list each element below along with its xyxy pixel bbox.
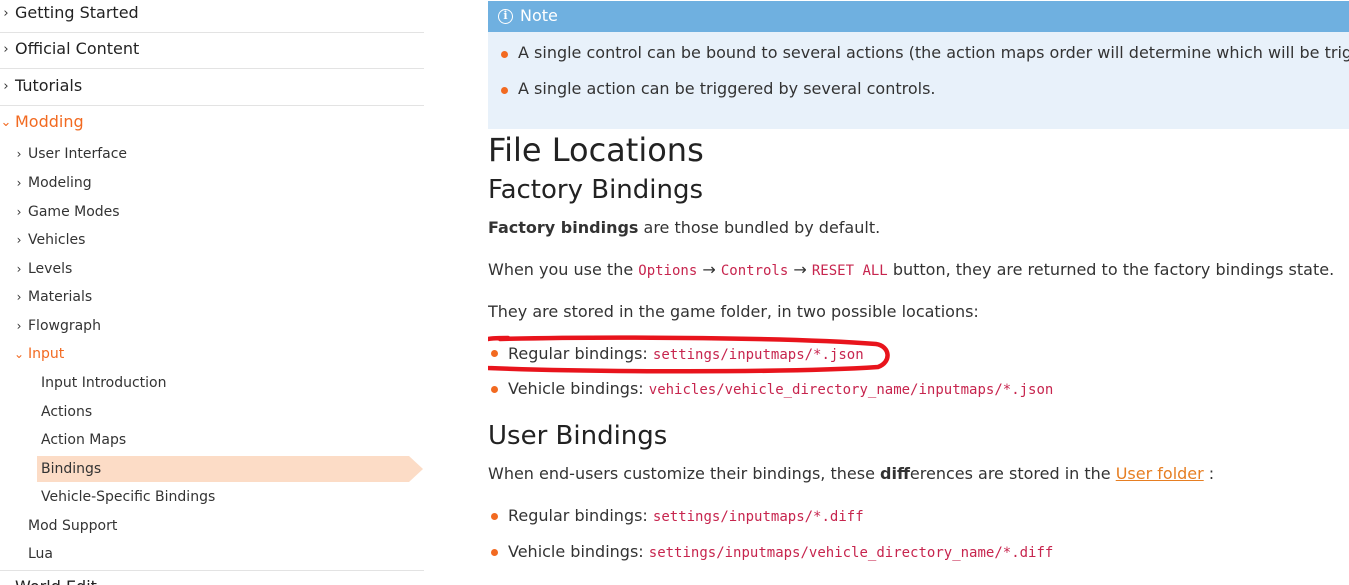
bullet-icon: [491, 549, 498, 556]
bullet-icon: [491, 386, 498, 393]
sidebar-item-label: Materials: [28, 289, 93, 305]
note-item-text: A single action can be triggered by seve…: [518, 79, 936, 98]
user-location-text: Vehicle bindings: settings/inputmaps/veh…: [508, 542, 1053, 561]
text-fragment: When end-users customize their bindings,…: [488, 464, 880, 483]
chevron-right-icon: ›: [16, 205, 22, 219]
sidebar-item-world-editor[interactable]: World Edit: [0, 570, 424, 585]
factory-stored-text: They are stored in the game folder, in t…: [488, 302, 979, 321]
sidebar-item-bindings[interactable]: Bindings: [37, 456, 409, 482]
chevron-right-icon: ›: [16, 176, 22, 190]
arrow-icon: →: [788, 260, 812, 279]
chevron-right-icon: ›: [3, 42, 9, 57]
user-intro: When end-users customize their bindings,…: [488, 464, 1214, 483]
item-label: Vehicle bindings:: [508, 379, 649, 398]
bullet-icon: [501, 51, 508, 58]
sidebar-item-getting-started[interactable]: › Getting Started: [0, 0, 424, 33]
factory-intro-text: are those bundled by default.: [638, 218, 881, 237]
note-callout: i Note A single control can be bound to …: [488, 1, 1349, 129]
factory-intro-bold: Factory bindings: [488, 218, 639, 237]
note-header: i Note: [488, 1, 1349, 32]
chevron-down-icon: ⌄: [14, 347, 25, 361]
sidebar-item-label: Official Content: [15, 39, 140, 58]
factory-intro: Factory bindings are those bundled by de…: [488, 218, 880, 237]
factory-reset-paragraph: When you use the Options → Controls → RE…: [488, 260, 1334, 279]
code-controls: Controls: [720, 263, 789, 279]
sidebar-nav: › Getting Started › Official Content › T…: [0, 0, 425, 585]
note-item-text: A single control can be bound to several…: [518, 43, 1349, 62]
bullet-icon: [491, 513, 498, 520]
bullet-icon: [491, 350, 498, 357]
user-location-text: Regular bindings: settings/inputmaps/*.d…: [508, 506, 864, 525]
chevron-right-icon: ›: [16, 262, 22, 276]
sidebar-item-label: Game Modes: [28, 204, 120, 220]
note-title: Note: [520, 6, 558, 25]
text-fragment: erences are stored in the: [909, 464, 1116, 483]
code-path: settings/inputmaps/*.json: [652, 347, 864, 363]
arrow-icon: →: [697, 260, 721, 279]
sidebar-item-label: Getting Started: [15, 3, 139, 22]
sidebar-item-modding[interactable]: ⌄ Modding: [0, 106, 424, 142]
chevron-right-icon: ›: [16, 290, 22, 304]
sidebar-item-label: Modeling: [28, 175, 92, 191]
page-heading-file-locations: File Locations: [488, 131, 704, 169]
factory-location-text: Regular bindings: settings/inputmaps/*.j…: [508, 344, 864, 363]
code-options: Options: [638, 263, 698, 279]
sidebar-item-label: Modding: [15, 112, 84, 131]
user-folder-link[interactable]: User folder: [1116, 464, 1204, 483]
chevron-right-icon: ›: [16, 319, 22, 333]
sidebar-item-actions[interactable]: Actions: [37, 399, 92, 425]
sidebar-item-label: Mod Support: [28, 518, 118, 534]
info-icon: i: [498, 9, 513, 24]
main-content: i Note A single control can be bound to …: [488, 0, 1349, 585]
item-label: Vehicle bindings:: [508, 542, 649, 561]
sidebar-item-label: Vehicles: [28, 232, 86, 248]
bullet-icon: [501, 87, 508, 94]
code-path: settings/inputmaps/*.diff: [652, 509, 864, 525]
text-fragment: When you use the: [488, 260, 639, 279]
factory-location-text: Vehicle bindings: vehicles/vehicle_direc…: [508, 379, 1053, 398]
chevron-down-icon: ⌄: [0, 115, 12, 130]
sidebar-item-label: World Edit: [15, 570, 97, 585]
chevron-right-icon: ›: [16, 147, 22, 161]
code-path: vehicles/vehicle_directory_name/inputmap…: [648, 382, 1054, 398]
sidebar-item-label: Flowgraph: [28, 318, 101, 334]
sidebar-item-tutorials[interactable]: › Tutorials: [0, 70, 424, 106]
selected-indicator-arrow: [409, 456, 423, 482]
sidebar-item-label: Input: [28, 346, 65, 362]
chevron-right-icon: ›: [16, 233, 22, 247]
code-path: settings/inputmaps/vehicle_directory_nam…: [648, 545, 1054, 561]
chevron-right-icon: ›: [3, 79, 9, 94]
text-fragment: button, they are returned to the factory…: [887, 260, 1335, 279]
sidebar-item-vehicle-specific-bindings[interactable]: Vehicle-Specific Bindings: [37, 484, 215, 510]
section-heading-factory-bindings: Factory Bindings: [488, 175, 704, 205]
sidebar-item-label: Tutorials: [15, 76, 83, 95]
sidebar-item-action-maps[interactable]: Action Maps: [37, 427, 126, 453]
sidebar-item-label: Levels: [28, 261, 73, 277]
text-bold: diff: [880, 464, 910, 483]
sidebar-item-label: User Interface: [28, 146, 128, 162]
chevron-right-icon: ›: [3, 6, 9, 21]
sidebar-item-official-content[interactable]: › Official Content: [0, 33, 424, 69]
text-fragment: :: [1203, 464, 1215, 483]
sidebar-item-label: Lua: [28, 546, 54, 562]
item-label: Regular bindings:: [508, 506, 653, 525]
sidebar-item-input-introduction[interactable]: Input Introduction: [37, 370, 166, 396]
code-reset-all: RESET ALL: [811, 263, 888, 279]
section-heading-user-bindings: User Bindings: [488, 421, 668, 451]
item-label: Regular bindings:: [508, 344, 653, 363]
